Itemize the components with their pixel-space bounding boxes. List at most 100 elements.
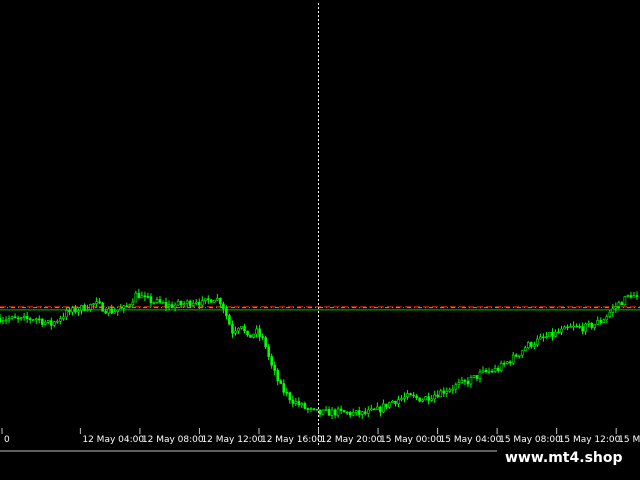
candle-body bbox=[213, 299, 216, 303]
candle-body bbox=[508, 361, 512, 364]
candle-body bbox=[466, 380, 470, 385]
x-tick-label: 12 May 08:00 bbox=[142, 435, 204, 445]
candle-body bbox=[412, 394, 415, 397]
candle-body bbox=[279, 380, 283, 384]
candle-body bbox=[56, 320, 59, 323]
candle-body bbox=[143, 295, 147, 298]
candle-body bbox=[10, 316, 14, 319]
candle-body bbox=[285, 391, 289, 394]
candle-body bbox=[122, 305, 126, 309]
candle-body bbox=[472, 375, 476, 378]
candle-body bbox=[523, 347, 527, 352]
candle-body bbox=[557, 331, 560, 334]
candle-body bbox=[632, 295, 636, 298]
candle-body bbox=[228, 315, 231, 325]
candle-body bbox=[119, 308, 123, 311]
x-tick-label: 15 May 00:00 bbox=[380, 435, 442, 445]
candle-body bbox=[71, 307, 74, 313]
candle-body bbox=[563, 326, 566, 330]
candle-body bbox=[318, 409, 322, 415]
candle-body bbox=[363, 411, 367, 414]
candle-body bbox=[276, 370, 280, 382]
candle-body bbox=[219, 298, 222, 305]
candle-body bbox=[131, 301, 135, 305]
candle-body bbox=[614, 306, 618, 309]
candle-body bbox=[83, 305, 86, 311]
candle-body bbox=[608, 311, 612, 317]
candle-body bbox=[572, 325, 575, 328]
candle-body bbox=[86, 309, 89, 311]
candle-body bbox=[98, 301, 101, 304]
candle-body bbox=[596, 320, 600, 325]
candle-body bbox=[140, 295, 144, 299]
candle-body bbox=[92, 303, 95, 305]
candle-body bbox=[234, 330, 237, 334]
candle-body bbox=[197, 301, 201, 306]
candle-body bbox=[222, 303, 225, 309]
candle-body bbox=[188, 300, 192, 306]
candle-body bbox=[397, 399, 400, 404]
x-tick-label: 15 May 16:00 bbox=[618, 435, 640, 445]
candle-body bbox=[28, 318, 32, 321]
candle-body bbox=[602, 319, 606, 323]
candle-body bbox=[590, 322, 593, 328]
candle-body bbox=[406, 393, 409, 398]
candle-body bbox=[167, 304, 171, 307]
candle-body bbox=[16, 317, 20, 320]
candle-body bbox=[421, 399, 424, 402]
candle-body bbox=[436, 394, 440, 398]
candle-body bbox=[152, 302, 156, 304]
candle-body bbox=[288, 392, 292, 401]
candle-body bbox=[451, 388, 455, 391]
candle-body bbox=[409, 393, 412, 396]
candle-body bbox=[593, 324, 597, 328]
candle-body bbox=[339, 408, 343, 411]
candle-body bbox=[291, 399, 295, 404]
candle-body bbox=[530, 342, 533, 347]
candle-body bbox=[300, 403, 304, 406]
candle-body bbox=[258, 328, 261, 337]
candle-body bbox=[433, 394, 437, 400]
candle-body bbox=[297, 401, 301, 406]
candle-body bbox=[173, 304, 177, 309]
candle-body bbox=[499, 362, 503, 371]
candle-body bbox=[330, 409, 334, 416]
candle-body bbox=[566, 326, 569, 329]
candle-body bbox=[246, 330, 249, 336]
candle-body bbox=[191, 303, 195, 306]
candle-body bbox=[357, 410, 361, 415]
candle-body bbox=[379, 406, 382, 413]
candle-body bbox=[348, 411, 352, 416]
candle-body bbox=[599, 320, 603, 323]
candle-body bbox=[502, 362, 506, 365]
candle-body bbox=[394, 400, 397, 404]
candle-body bbox=[539, 336, 542, 340]
candle-body bbox=[264, 337, 267, 347]
candle-body bbox=[400, 398, 403, 400]
candle-body bbox=[31, 319, 35, 321]
candle-body bbox=[116, 309, 120, 312]
candle-body bbox=[19, 317, 23, 319]
candle-body bbox=[261, 336, 264, 338]
candle-body bbox=[478, 371, 482, 379]
candle-body bbox=[617, 302, 621, 307]
chart-background bbox=[0, 0, 640, 480]
candle-body bbox=[104, 311, 107, 314]
candle-body bbox=[533, 344, 536, 347]
candle-body bbox=[439, 390, 443, 398]
candle-body bbox=[13, 316, 17, 319]
candle-body bbox=[137, 292, 141, 299]
candle-body bbox=[475, 375, 479, 379]
candle-body bbox=[623, 296, 627, 306]
candle-body bbox=[128, 304, 132, 307]
candle-body bbox=[626, 295, 630, 297]
candle-body bbox=[448, 389, 452, 392]
candle-body bbox=[511, 354, 515, 364]
candle-body bbox=[345, 411, 349, 414]
candle-body bbox=[324, 409, 328, 411]
candle-body bbox=[376, 406, 379, 410]
candle-body bbox=[505, 361, 509, 364]
candle-body bbox=[536, 338, 539, 345]
candle-body bbox=[520, 350, 524, 356]
candle-body bbox=[176, 300, 180, 306]
